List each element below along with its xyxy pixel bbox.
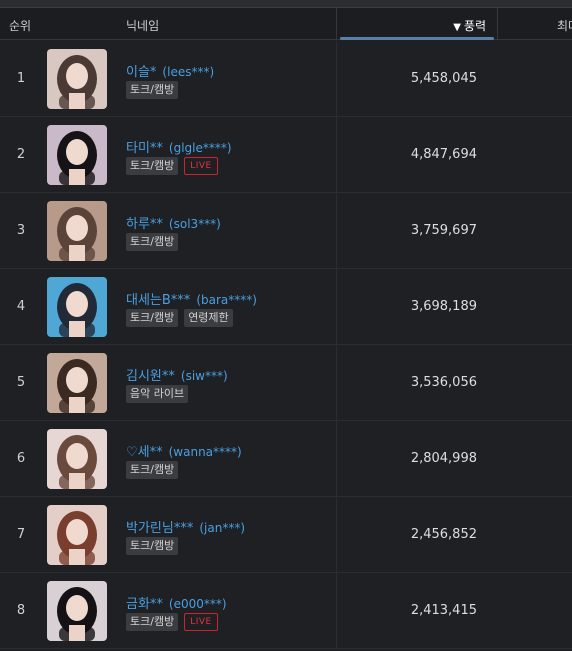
rank-column-header[interactable]: 순위 bbox=[9, 17, 31, 34]
category-tags: 토크/캠방 LIVE bbox=[126, 613, 218, 631]
top-strip bbox=[0, 0, 572, 8]
category-tag[interactable]: 토크/캠방 bbox=[126, 461, 179, 479]
power-value: 2,804,998 bbox=[410, 451, 477, 466]
column-divider bbox=[336, 269, 337, 345]
rank-number: 7 bbox=[16, 527, 26, 542]
category-tags: 토크/캠방 LIVE bbox=[126, 157, 218, 175]
streamer-name-link[interactable]: 타미** (glgle****) bbox=[126, 137, 232, 156]
user-id: (lees***) bbox=[162, 65, 215, 79]
category-tag[interactable]: 토크/캠방 bbox=[126, 537, 179, 555]
column-divider bbox=[336, 117, 337, 193]
column-divider bbox=[336, 421, 337, 497]
avatar[interactable] bbox=[47, 581, 107, 641]
column-divider bbox=[497, 8, 498, 40]
ranking-list: 1 이슬* (lees***) 토크/캠방 5,458,045 2 타미** (glgle**… bbox=[0, 41, 572, 649]
rank-number: 4 bbox=[16, 299, 26, 314]
column-divider bbox=[336, 573, 337, 649]
avatar[interactable] bbox=[47, 505, 107, 565]
table-row[interactable]: 5 김시원** (siw***) 음악 라이브 3,536,056 bbox=[0, 345, 572, 421]
streamer-name-link[interactable]: ♡세** (wanna****) bbox=[126, 441, 242, 460]
rank-number: 8 bbox=[16, 603, 26, 618]
user-id: (glgle****) bbox=[168, 141, 232, 155]
rank-number: 6 bbox=[16, 451, 26, 466]
user-id: (wanna****) bbox=[168, 445, 242, 459]
streamer-name-link[interactable]: 대세는B*** (bara****) bbox=[126, 289, 257, 308]
table-row[interactable]: 2 타미** (glgle****) 토크/캠방 LIVE 4,847,694 bbox=[0, 117, 572, 193]
avatar[interactable] bbox=[47, 49, 107, 109]
category-tags: 토크/캠방 bbox=[126, 81, 179, 99]
streamer-name-link[interactable]: 김시원** (siw***) bbox=[126, 365, 228, 384]
user-id: (bara****) bbox=[196, 293, 257, 307]
rank-number: 5 bbox=[16, 375, 26, 390]
power-value: 3,759,697 bbox=[410, 223, 477, 238]
streamer-name-link[interactable]: 박가린님*** (jan***) bbox=[126, 517, 245, 536]
column-divider bbox=[336, 193, 337, 269]
nickname-column-header: 닉네임 bbox=[126, 19, 160, 33]
streamer-name-link[interactable]: 금화** (e000***) bbox=[126, 593, 227, 612]
ranking-table-header: 순위 닉네임 ▼풍력 최대 bbox=[0, 8, 572, 40]
nickname: 박가린님*** bbox=[126, 521, 194, 536]
avatar[interactable] bbox=[47, 353, 107, 413]
category-tag[interactable]: 연령제한 bbox=[184, 309, 233, 327]
live-badge[interactable]: LIVE bbox=[184, 157, 218, 175]
category-tag[interactable]: 토크/캠방 bbox=[126, 81, 179, 99]
column-divider bbox=[336, 41, 337, 117]
nickname: 타미** bbox=[126, 141, 163, 156]
nickname: 김시원** bbox=[126, 369, 175, 384]
category-tag[interactable]: 음악 라이브 bbox=[126, 385, 189, 403]
table-row[interactable]: 6 ♡세** (wanna****) 토크/캠방 2,804,998 bbox=[0, 421, 572, 497]
streamer-name-link[interactable]: 하루** (sol3***) bbox=[126, 213, 221, 232]
user-id: (sol3***) bbox=[168, 217, 221, 231]
column-divider bbox=[336, 8, 337, 40]
column-divider bbox=[336, 497, 337, 573]
table-row[interactable]: 1 이슬* (lees***) 토크/캠방 5,458,045 bbox=[0, 41, 572, 117]
avatar[interactable] bbox=[47, 125, 107, 185]
nickname: 하루** bbox=[126, 217, 163, 232]
active-sort-indicator bbox=[340, 37, 494, 40]
avatar[interactable] bbox=[47, 277, 107, 337]
rank-number: 1 bbox=[16, 71, 26, 86]
rank-number: 2 bbox=[16, 147, 26, 162]
power-column-header[interactable]: ▼ 풍력 bbox=[338, 17, 486, 34]
power-value: 2,413,415 bbox=[410, 603, 477, 618]
table-row[interactable]: 3 하루** (sol3***) 토크/캠방 3,759,697 bbox=[0, 193, 572, 269]
column-divider bbox=[336, 345, 337, 421]
table-row[interactable]: 4 대세는B*** (bara****) 토크/캠방 연령제한 3,698,189 bbox=[0, 269, 572, 345]
avatar[interactable] bbox=[47, 429, 107, 489]
category-tag[interactable]: 토크/캠방 bbox=[126, 157, 179, 175]
category-tags: 음악 라이브 bbox=[126, 385, 189, 403]
rank-number: 3 bbox=[16, 223, 26, 238]
live-badge[interactable]: LIVE bbox=[184, 613, 218, 631]
category-tags: 토크/캠방 bbox=[126, 233, 179, 251]
nickname: 금화** bbox=[126, 597, 163, 612]
user-id: (siw***) bbox=[180, 369, 228, 383]
user-id: (jan***) bbox=[199, 521, 245, 535]
category-tag[interactable]: 토크/캠방 bbox=[126, 309, 179, 327]
streamer-name-link[interactable]: 이슬* (lees***) bbox=[126, 61, 214, 80]
power-value: 4,847,694 bbox=[410, 147, 477, 162]
max-column-header[interactable]: 최대 bbox=[557, 17, 572, 34]
table-row[interactable]: 7 박가린님*** (jan***) 토크/캠방 2,456,852 bbox=[0, 497, 572, 573]
power-column-label: 풍력 bbox=[463, 19, 486, 33]
table-row[interactable]: 8 금화** (e000***) 토크/캠방 LIVE 2,413,415 bbox=[0, 573, 572, 649]
category-tags: 토크/캠방 bbox=[126, 461, 179, 479]
category-tags: 토크/캠방 연령제한 bbox=[126, 309, 233, 327]
user-id: (e000***) bbox=[168, 597, 227, 611]
power-value: 2,456,852 bbox=[410, 527, 477, 542]
power-value: 5,458,045 bbox=[410, 71, 477, 86]
nickname: 이슬* bbox=[126, 65, 157, 80]
category-tag[interactable]: 토크/캠방 bbox=[126, 233, 179, 251]
power-value: 3,536,056 bbox=[410, 375, 477, 390]
nickname: ♡세** bbox=[126, 445, 163, 460]
category-tags: 토크/캠방 bbox=[126, 537, 179, 555]
avatar[interactable] bbox=[47, 201, 107, 261]
nickname: 대세는B*** bbox=[126, 293, 191, 308]
sort-descending-icon: ▼ bbox=[453, 22, 461, 33]
category-tag[interactable]: 토크/캠방 bbox=[126, 613, 179, 631]
power-value: 3,698,189 bbox=[410, 299, 477, 314]
